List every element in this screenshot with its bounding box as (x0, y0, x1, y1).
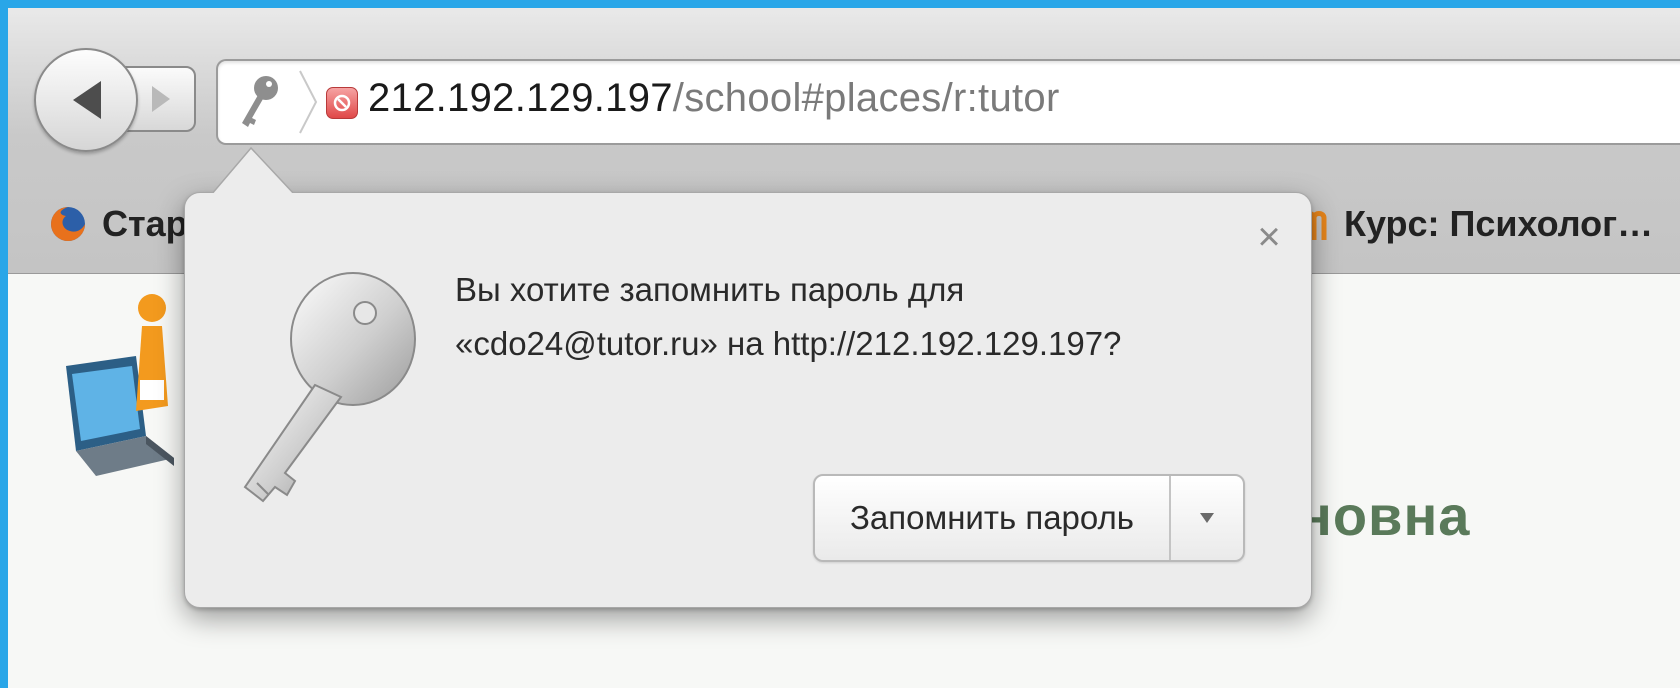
site-favicon-icon (326, 87, 358, 119)
page-user-name: новна (1298, 484, 1471, 547)
message-line-1: Вы хотите запомнить пароль для (455, 271, 965, 308)
close-button[interactable]: × (1249, 217, 1289, 257)
back-arrow-icon (73, 81, 101, 119)
save-options-dropdown[interactable] (1171, 476, 1243, 560)
save-password-button[interactable]: Запомнить пароль (815, 476, 1171, 560)
url-path: /school#places/r:tutor (672, 76, 1060, 120)
navigation-buttons (34, 48, 198, 154)
key-illustration-icon (243, 272, 416, 503)
bookmark-item-course[interactable]: Курс: Психолог… (1300, 200, 1653, 248)
save-password-popup: × Вы хотите запомнить пароль для «cdo24@… (184, 146, 1312, 608)
forward-arrow-icon (152, 86, 170, 112)
address-bar[interactable]: 212.192.129.197/school#places/r:tutor (216, 59, 1680, 145)
save-password-message: Вы хотите запомнить пароль для «cdo24@tu… (455, 263, 1215, 371)
bookmark-item-start[interactable]: Стар (48, 200, 188, 248)
message-line-2: «cdo24@tutor.ru» на http://212.192.129.1… (455, 325, 1122, 362)
back-button[interactable] (34, 48, 138, 152)
bookmark-label: Стар (102, 203, 188, 244)
triangle-down-icon (1200, 513, 1214, 523)
chevron-separator-icon (299, 70, 318, 134)
password-key-button[interactable] (218, 61, 300, 143)
firefox-icon (51, 207, 85, 241)
popup-pointer (211, 146, 297, 196)
browser-window: 212.192.129.197/school#places/r:tutor Ст… (8, 8, 1680, 688)
save-password-split-button: Запомнить пароль (813, 474, 1245, 562)
key-icon (242, 76, 278, 127)
url-host: 212.192.129.197 (368, 76, 673, 120)
url-text[interactable]: 212.192.129.197/school#places/r:tutor (368, 76, 1060, 121)
bookmark-label: Курс: Психолог… (1344, 203, 1654, 244)
